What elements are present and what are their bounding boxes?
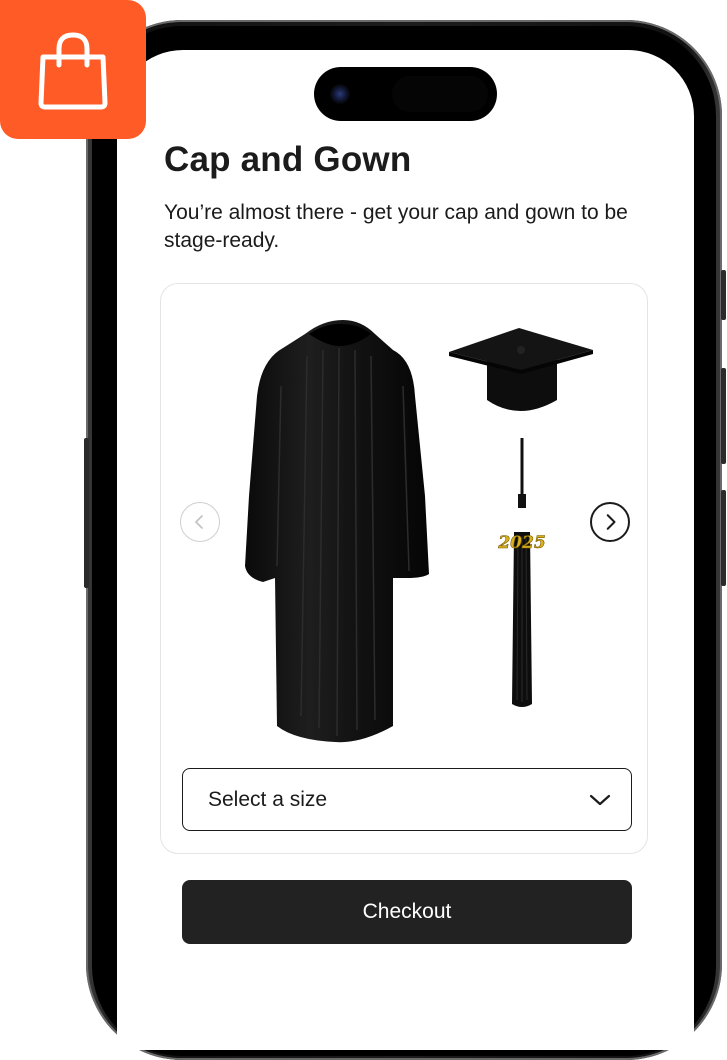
chevron-right-icon xyxy=(606,514,616,530)
phone-side-button xyxy=(721,490,726,586)
carousel-next-button[interactable] xyxy=(590,502,630,542)
size-select-label: Select a size xyxy=(208,787,328,811)
front-camera xyxy=(330,84,350,104)
shopping-bag-icon xyxy=(38,31,108,109)
checkout-button[interactable]: Checkout xyxy=(182,880,632,944)
phone-side-button xyxy=(721,270,726,320)
dynamic-island-sensor xyxy=(392,76,488,112)
tassel-image: 2025 xyxy=(498,438,546,707)
carousel-prev-button[interactable] xyxy=(180,502,220,542)
gown-image xyxy=(245,320,429,743)
size-select[interactable]: Select a size xyxy=(182,768,632,831)
chevron-down-icon xyxy=(589,794,611,805)
page-title: Cap and Gown xyxy=(164,140,412,179)
cap-image xyxy=(449,328,593,411)
chevron-left-icon xyxy=(195,515,203,529)
app-badge xyxy=(0,0,146,139)
phone-side-button xyxy=(721,368,726,464)
phone-side-button xyxy=(84,438,89,588)
tassel-year-charm: 2025 xyxy=(498,533,546,553)
page-subtitle: You’re almost there - get your cap and g… xyxy=(164,201,628,252)
